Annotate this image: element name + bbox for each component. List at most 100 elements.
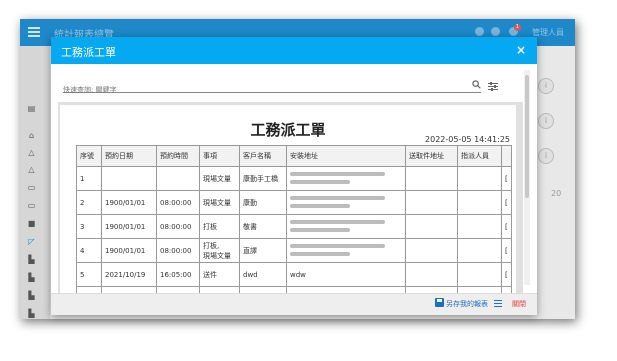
- table-cell-time: 08:00:00: [156, 238, 200, 263]
- cell-text: 打板, 現場文量: [203, 241, 231, 260]
- table-cell-no: 1: [76, 166, 102, 191]
- modal-scrollbar[interactable]: [524, 70, 530, 285]
- quick-search: [63, 77, 481, 94]
- sidebar-chart-icon[interactable]: ▙: [27, 255, 36, 264]
- cell-text: 4: [80, 246, 85, 255]
- sidebar-warning-icon-2[interactable]: △: [27, 165, 36, 174]
- table-cell-time: 08:00:00: [156, 190, 200, 215]
- table-cell-no: 2: [76, 190, 102, 215]
- cell-text: 5: [80, 270, 85, 279]
- cell-text: [: [505, 270, 508, 279]
- table-cell-address: [286, 238, 406, 263]
- sidebar-document-icon-2[interactable]: ▭: [27, 201, 36, 210]
- table-cell-pickup: [405, 214, 458, 239]
- cell-text: [: [505, 222, 508, 231]
- cell-text: 08:00:00: [160, 198, 192, 207]
- column-header: 預約時間: [156, 145, 200, 167]
- cell-text: [: [505, 246, 508, 255]
- cell-text: 打板: [203, 222, 217, 231]
- table-cell-time: 08:00:00: [156, 214, 200, 239]
- close-button[interactable]: 關閉: [512, 299, 526, 309]
- modal-close-icon[interactable]: ×: [516, 43, 526, 57]
- report-viewer: 工務派工單 2022-05-05 14:41:25 序號 預約日期 預約時間 事…: [58, 102, 523, 294]
- cell-text: 送件: [203, 270, 217, 279]
- table-cell-item: 打板: [199, 214, 240, 239]
- sidebar-chart-icon-4[interactable]: ▙: [27, 309, 36, 318]
- sidebar-warning-icon[interactable]: △: [27, 148, 36, 157]
- hamburger-menu-icon[interactable]: [28, 27, 40, 37]
- table-row[interactable]: 5 2021/10/19 16:05:00 送件 dwd wdw [: [76, 262, 512, 287]
- table-cell-pickup: [405, 190, 458, 215]
- cell-text: 1900/01/01: [105, 222, 146, 231]
- table-cell-pickup: [405, 238, 458, 263]
- column-header: 安裝地址: [286, 145, 406, 167]
- column-header: [501, 145, 512, 167]
- info-icon-3[interactable]: i: [538, 148, 554, 164]
- table-cell-assignee: [457, 238, 502, 263]
- table-cell-assignee: [457, 166, 502, 191]
- table-cell-customer: 康勤手工橋: [239, 166, 287, 191]
- screenshot-stage: 統計報表總覽 1 管理人員 ▤ ⌂ △ △ ▭ ▭ ■ ◸ ▙ ▙ ▙ ▙ i …: [0, 0, 617, 361]
- sidebar-chart-icon-3[interactable]: ▙: [27, 291, 36, 300]
- search-input[interactable]: [63, 86, 463, 94]
- home-icon[interactable]: [475, 27, 484, 36]
- search-icon[interactable]: [472, 80, 481, 89]
- table-cell-mark: [: [501, 190, 512, 215]
- table-cell-item: 打板, 現場文量: [199, 238, 240, 263]
- column-header: 事項: [199, 145, 240, 167]
- table-cell-item: 送件: [199, 262, 240, 287]
- table-cell-customer: 直譯: [239, 238, 287, 263]
- cell-text: 16:05:00: [160, 270, 192, 279]
- table-cell-time: 16:05:00: [156, 262, 200, 287]
- modal-title: 工務派工單: [61, 46, 116, 59]
- table-cell-item: 現場文量: [199, 166, 240, 191]
- cell-text: 直譯: [243, 246, 257, 255]
- table-cell-assignee: [457, 190, 502, 215]
- cell-text: 敬書: [243, 222, 257, 231]
- bell-icon[interactable]: [491, 27, 500, 36]
- cell-text: 2021/10/19: [105, 270, 146, 279]
- cell-text: 現場文量: [203, 174, 231, 183]
- cell-text: 08:00:00: [160, 246, 192, 255]
- sidebar-chart-icon-2[interactable]: ▙: [27, 273, 36, 282]
- table-cell-pickup: [405, 166, 458, 191]
- table-cell-mark: [: [501, 214, 512, 239]
- cell-text: 1: [80, 174, 85, 183]
- table-row[interactable]: 3 1900/01/01 08:00:00 打板 敬書 [: [76, 214, 512, 239]
- list-icon[interactable]: [494, 300, 502, 307]
- cell-text: 康勤手工橋: [243, 174, 278, 183]
- table-cell-date: 1900/01/01: [101, 214, 157, 239]
- table-cell-no: 3: [76, 214, 102, 239]
- sidebar-report-icon[interactable]: ▤: [27, 104, 36, 113]
- dispatch-modal: 工務派工單 × 工務派工單 2022-05-05 14:41:25: [51, 37, 537, 315]
- table-row[interactable]: 1 現場文量 康勤手工橋 [: [76, 166, 512, 191]
- cell-text: 3: [80, 222, 85, 231]
- table-cell-date: [101, 166, 157, 191]
- table-cell-pickup: [405, 262, 458, 287]
- info-icon-2[interactable]: i: [538, 113, 554, 129]
- table-cell-address: [286, 166, 406, 191]
- filter-settings-icon[interactable]: [488, 82, 498, 91]
- table-row[interactable]: 2 1900/01/01 08:00:00 現場文量 康勤 [: [76, 190, 512, 215]
- scrollbar-thumb[interactable]: [525, 75, 529, 198]
- save-icon[interactable]: [435, 298, 444, 307]
- info-icon[interactable]: i: [538, 78, 554, 94]
- cell-text: 1900/01/01: [105, 198, 146, 207]
- cell-text: 08:00:00: [160, 222, 192, 231]
- modal-footer: 另存我的報表 關閉: [51, 293, 537, 315]
- table-cell-customer: dwd: [239, 262, 287, 287]
- table-cell-address: [286, 214, 406, 239]
- table-cell-date: 1900/01/01: [101, 190, 157, 215]
- sidebar-home-icon[interactable]: ⌂: [27, 131, 36, 140]
- sidebar-edit-icon[interactable]: ◸: [27, 237, 36, 246]
- column-header: 送取件地址: [405, 145, 458, 167]
- table-cell-assignee: [457, 262, 502, 287]
- table-header-row: 序號 預約日期 預約時間 事項 客戶名稱 安裝地址 送取件地址 指派人員: [76, 145, 512, 167]
- modal-header: 工務派工單 ×: [51, 37, 537, 64]
- column-header: 預約日期: [101, 145, 157, 167]
- save-my-report-button[interactable]: 另存我的報表: [446, 299, 488, 309]
- sidebar-document-icon[interactable]: ▭: [27, 183, 36, 192]
- sidebar-check-icon[interactable]: ■: [27, 219, 36, 228]
- cell-text: dwd: [243, 270, 258, 279]
- table-row[interactable]: 4 1900/01/01 08:00:00 打板, 現場文量 直譯 [: [76, 238, 512, 263]
